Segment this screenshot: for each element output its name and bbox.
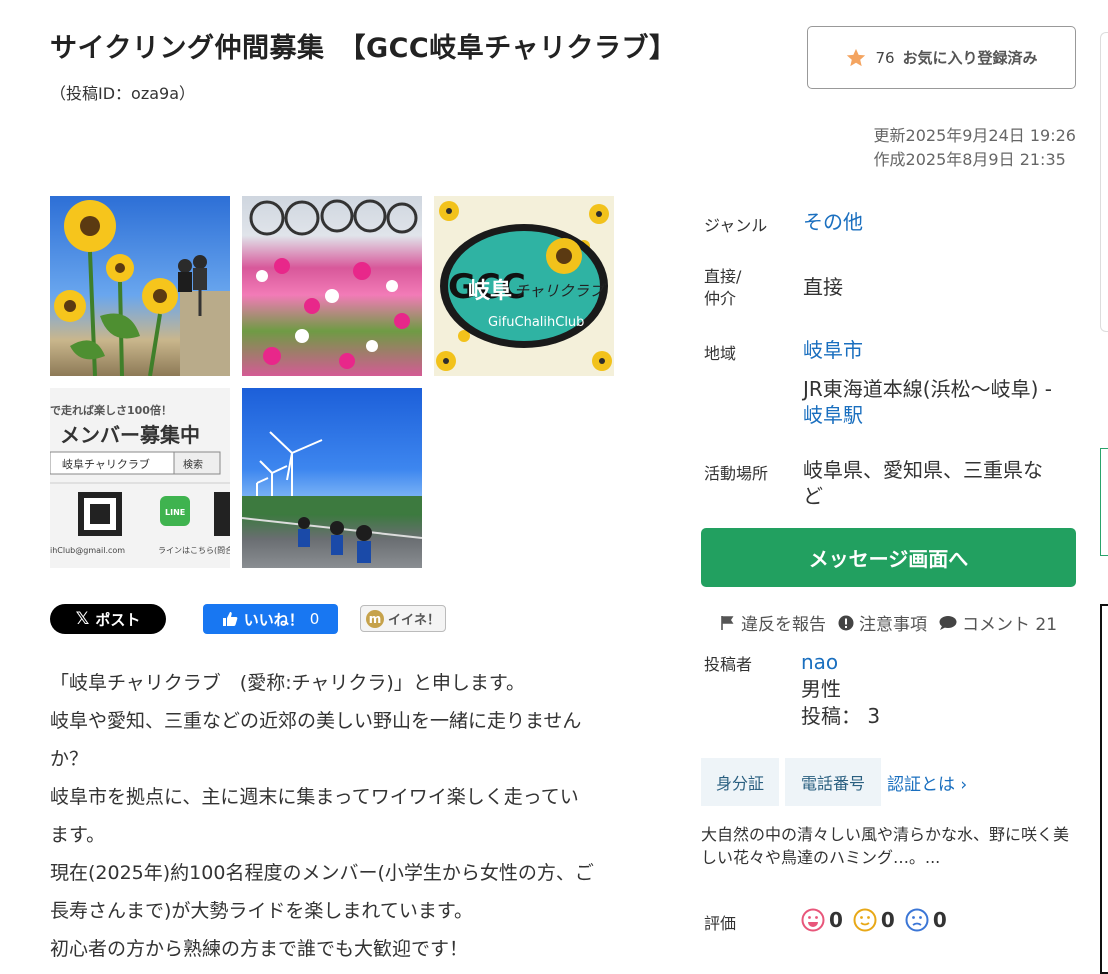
favorite-button[interactable]: 76 お気に入り登録済み: [807, 26, 1076, 89]
caution-link[interactable]: 注意事項: [838, 610, 927, 635]
favorite-count: 76: [875, 48, 895, 67]
svg-text:岐阜チャリクラブ: 岐阜チャリクラブ: [62, 457, 150, 471]
comment-icon: [939, 615, 957, 630]
post-dates: 更新2025年9月24日 19:26 作成2025年8月9日 21:35: [874, 124, 1076, 172]
area-rail-line: JR東海道本線(浜松～岐阜) -: [803, 377, 1052, 401]
updated-date: 更新2025年9月24日 19:26: [873, 126, 1076, 145]
x-post-button[interactable]: 𝕏 ポスト: [50, 604, 166, 634]
post-id: （投稿ID：oza9a）: [50, 84, 196, 103]
right-sidebar-panel-green: [1100, 448, 1108, 556]
genre-label: ジャンル: [704, 216, 768, 235]
area-city-link[interactable]: 岐阜市: [803, 337, 863, 363]
direct-label: 直接/ 仲介: [704, 267, 742, 308]
mixi-iine-label: イイネ！: [387, 613, 440, 628]
activity-place-label: 活動場所: [704, 464, 769, 483]
direct-value: 直接: [803, 275, 843, 299]
message-button[interactable]: メッセージ画面へ: [701, 528, 1076, 587]
poster-label: 投稿者: [704, 655, 753, 674]
x-post-label: ポスト: [95, 610, 141, 629]
sunflower-photo: [54, 200, 230, 376]
description-line: か？: [50, 748, 89, 770]
logo-gifu-text: 岐阜: [468, 278, 512, 304]
recruit-flyer-image: で走れば楽しさ100倍！ メンバー募集中 岐阜チャリクラブ 検索 LINE ih…: [50, 403, 230, 555]
genre-value-link[interactable]: その他: [803, 209, 863, 235]
cosmos-photo: [249, 199, 418, 369]
svg-text:検索: 検索: [183, 458, 203, 471]
area-label: 地域: [704, 344, 737, 363]
svg-text:メンバー募集中: メンバー募集中: [60, 423, 200, 447]
page-title: サイクリング仲間募集 【GCC岐阜チャリクラブ】: [50, 33, 677, 64]
photo-thumbnail-logo[interactable]: GCC 岐阜 チャリクラブ GifuChalihClub: [434, 196, 614, 376]
mixi-icon: m: [365, 609, 384, 628]
description-line: ます。: [50, 824, 106, 846]
svg-text:ラインはこちら(問合: ラインはこちら(問合: [158, 545, 230, 555]
activity-place-value: 岐阜県、愛知県、三重県な ど: [803, 458, 1043, 508]
mixi-iine-button[interactable]: m イイネ！: [360, 605, 446, 632]
svg-text:LINE: LINE: [165, 508, 185, 517]
favorite-label: お気に入り登録済み: [902, 49, 1038, 67]
facebook-like-count: 0: [309, 610, 320, 628]
photo-thumbnail-recruit[interactable]: で走れば楽しさ100倍！ メンバー募集中 岐阜チャリクラブ 検索 LINE ih…: [50, 388, 230, 568]
description-line: 岐阜や愛知、三重などの近郊の美しい野山を一緒に走りません: [50, 710, 582, 732]
right-sidebar-panel-dark: [1100, 604, 1108, 974]
star-icon: [847, 48, 866, 66]
post-description: 「岐阜チャリクラブ (愛称:チャリクラ)」と申します。 岐阜や愛知、三重などの近…: [50, 664, 660, 968]
description-line: 現在(2025年)約100名程度のメンバー(小学生から女性の方、ご: [50, 862, 594, 884]
rating-neutral-count: 0: [880, 908, 895, 932]
photo-thumbnail-windmills[interactable]: [242, 388, 422, 568]
photo-thumbnail-cosmos[interactable]: [242, 196, 422, 376]
logo-script-text: チャリクラブ: [514, 282, 607, 300]
exclamation-circle-icon: [838, 615, 854, 630]
poster-post-count: 投稿： 3: [801, 704, 881, 728]
svg-text:ihClub@gmail.com: ihClub@gmail.com: [50, 546, 125, 555]
facebook-like-label: いいね！: [243, 610, 304, 629]
poster-intro: 大自然の中の清々しい風や清らかな水、野に咲く美しい花々や鳥達のハミング…。...: [701, 825, 1070, 867]
poster-name-link[interactable]: nao: [801, 649, 838, 675]
smile-face-icon: [801, 908, 825, 932]
facebook-like-button[interactable]: いいね！ 0: [203, 604, 338, 634]
description-line: 岐阜市を拠点に、主に週末に集まってワイワイ楽しく走ってい: [50, 786, 579, 808]
photo-thumbnail-sunflowers[interactable]: [50, 196, 230, 376]
description-line: 初心者の方から熟練の方まで誰でも大歓迎です！: [50, 938, 469, 960]
area-station-link[interactable]: 岐阜駅: [803, 402, 863, 428]
id-verified-badge: 身分証: [701, 758, 779, 806]
flag-icon: [721, 615, 734, 630]
right-sidebar-panel: [1100, 32, 1108, 332]
verification-about-link[interactable]: 認証とは ›: [887, 770, 967, 795]
rating-row: 0 0 0: [801, 908, 953, 932]
poster-gender: 男性: [801, 677, 841, 701]
thumbs-up-icon: [222, 612, 238, 626]
comment-link[interactable]: コメント 21: [939, 610, 1057, 635]
neutral-face-icon: [853, 908, 877, 932]
rating-bad-count: 0: [932, 908, 947, 932]
description-line: 長寿さんまで)が大勢ライドを楽しまれています。: [50, 900, 473, 922]
sad-face-icon: [905, 908, 929, 932]
rating-label: 評価: [704, 914, 737, 933]
report-row: 違反を報告 注意事項 コメント 21: [720, 610, 1057, 635]
description-line: 「岐阜チャリクラブ (愛称:チャリクラ)」と申します。: [50, 672, 525, 694]
logo-sub-text: GifuChalihClub: [488, 315, 584, 330]
created-date: 作成2025年8月9日 21:35: [873, 150, 1066, 169]
phone-verified-badge: 電話番号: [785, 758, 881, 806]
windmill-photo: [242, 431, 422, 563]
report-violation-link[interactable]: 違反を報告: [720, 610, 826, 635]
club-logo-image: GCC 岐阜 チャリクラブ GifuChalihClub: [436, 201, 612, 371]
svg-text:で走れば楽しさ100倍！: で走れば楽しさ100倍！: [50, 403, 172, 417]
rating-good-count: 0: [829, 908, 843, 932]
x-logo-icon: 𝕏: [75, 609, 90, 629]
